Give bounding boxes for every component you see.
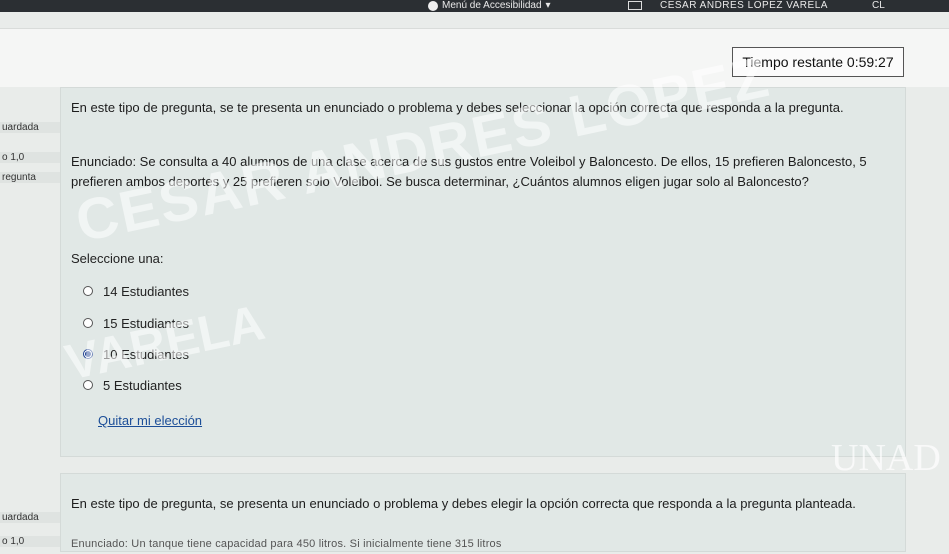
accessibility-menu-label: Menú de Accesibilidad [442,0,542,11]
question-score: o 1,0 [0,536,60,547]
clear-choice-link[interactable]: Quitar mi elección [98,413,202,428]
radio-button[interactable] [83,380,93,390]
radio-button[interactable] [83,286,93,296]
mail-icon[interactable] [628,1,642,10]
question-status: uardada [0,122,60,133]
answer-option-label[interactable]: 10 Estudiantes [103,347,189,362]
question-status: uardada [0,512,60,523]
top-navigation-bar: Menú de Accesibilidad ▾ CESAR ANDRES LOP… [0,0,949,12]
accessibility-icon [428,1,438,11]
question-card: En este tipo de pregunta, se presenta un… [60,473,906,552]
answer-option[interactable]: 5 Estudiantes [83,376,182,394]
flag-question-link[interactable]: regunta [0,172,60,183]
question-statement: Enunciado: Se consulta a 40 alumnos de u… [71,154,867,189]
radio-button[interactable] [83,318,93,328]
answer-option[interactable]: 14 Estudiantes [83,282,189,300]
time-remaining: Tiempo restante 0:59:27 [732,47,904,77]
answer-option-label[interactable]: 14 Estudiantes [103,284,189,299]
question-instruction: En este tipo de pregunta, se te presenta… [71,100,844,115]
question-statement: Enunciado: Un tanque tiene capacidad par… [71,538,502,550]
select-one-label: Seleccione una: [71,251,164,266]
answer-option[interactable]: 15 Estudiantes [83,314,189,332]
chevron-down-icon: ▾ [545,0,551,11]
user-avatar-initials[interactable]: CL [872,0,885,12]
user-name[interactable]: CESAR ANDRES LOPEZ VARELA [660,0,828,12]
question-instruction: En este tipo de pregunta, se presenta un… [71,496,856,511]
answer-option-selected[interactable]: 10 Estudiantes [83,345,189,363]
question-score: o 1,0 [0,152,60,163]
question-card: En este tipo de pregunta, se te presenta… [60,87,941,504]
radio-button-checked[interactable] [83,349,93,359]
unad-logo-text: UNAD [831,437,941,479]
answer-option-label[interactable]: 15 Estudiantes [103,316,189,331]
answer-option-label[interactable]: 5 Estudiantes [103,378,182,393]
accessibility-menu[interactable]: Menú de Accesibilidad ▾ [428,0,551,12]
